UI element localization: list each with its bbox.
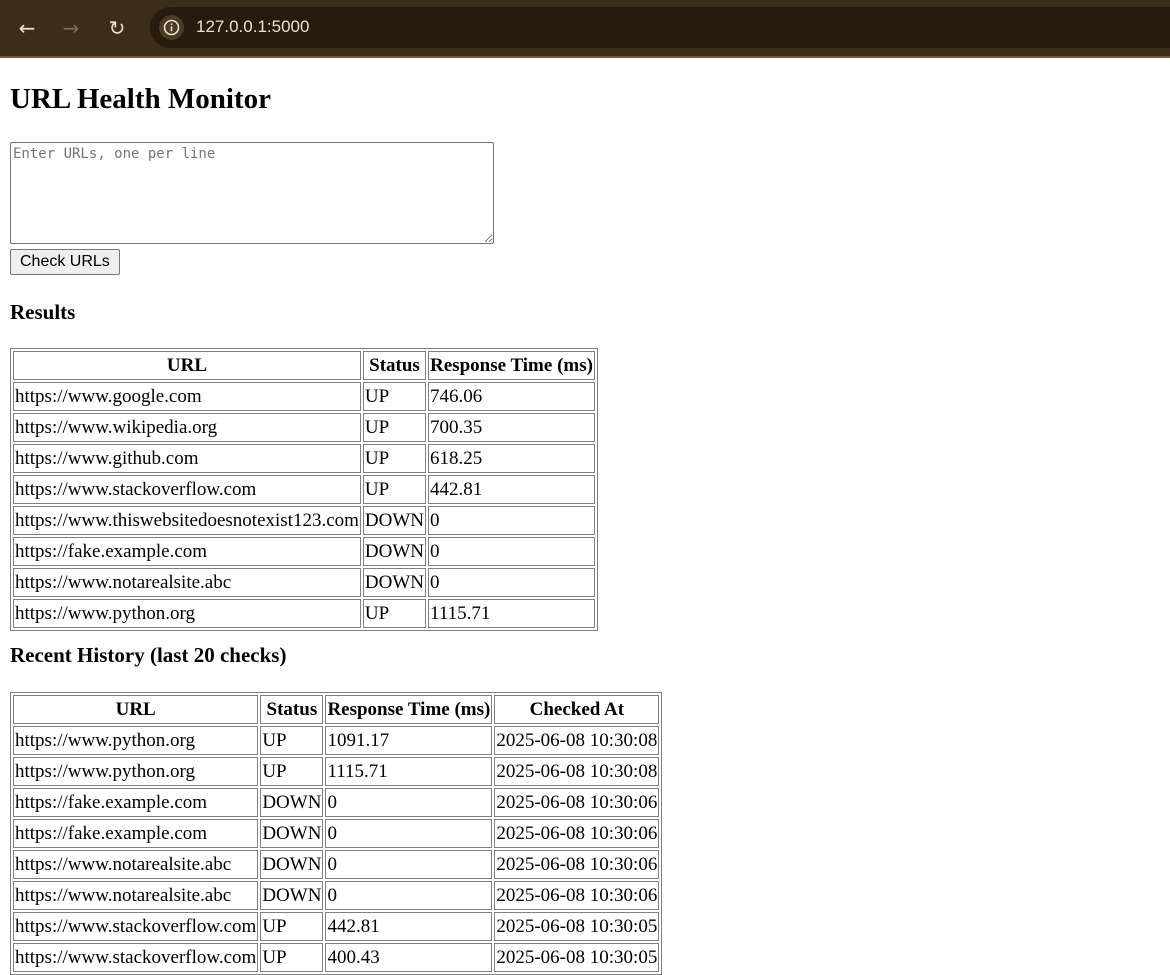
- table-row: https://www.wikipedia.org UP 700.35: [13, 413, 595, 442]
- response-time-cell: 0: [325, 788, 493, 817]
- results-table: URL Status Response Time (ms) https://ww…: [10, 348, 598, 631]
- browser-toolbar: ← → ↻ 127.0.0.1:5000: [0, 0, 1170, 58]
- table-row: https://www.notarealsite.abc DOWN 0 2025-06…: [13, 881, 660, 910]
- status-cell: DOWN: [260, 819, 324, 848]
- url-cell: https://fake.example.com: [13, 788, 259, 817]
- url-cell: https://www.python.org: [13, 726, 259, 755]
- status-cell: DOWN: [362, 568, 427, 597]
- history-header-row: URL Status Response Time (ms) Checked At: [13, 695, 660, 724]
- status-cell: UP: [362, 475, 427, 504]
- url-cell: https://www.stackoverflow.com: [13, 943, 259, 972]
- checked-at-cell: 2025-06-08 10:30:08: [494, 726, 660, 755]
- status-cell: DOWN: [362, 506, 427, 535]
- status-cell: DOWN: [362, 537, 427, 566]
- url-cell: https://www.stackoverflow.com: [13, 912, 259, 941]
- column-header-response-time: Response Time (ms): [325, 695, 493, 724]
- status-cell: UP: [362, 382, 427, 411]
- page-title: URL Health Monitor: [10, 83, 271, 115]
- response-time-cell: 700.35: [428, 413, 595, 442]
- table-row: https://fake.example.com DOWN 0: [13, 537, 595, 566]
- status-cell: UP: [260, 943, 324, 972]
- response-time-cell: 0: [325, 850, 493, 879]
- reload-icon[interactable]: ↻: [103, 14, 131, 42]
- checked-at-cell: 2025-06-08 10:30:06: [494, 819, 660, 848]
- response-time-cell: 0: [325, 881, 493, 910]
- column-header-response-time: Response Time (ms): [428, 351, 595, 380]
- url-cell: https://www.notarealsite.abc: [13, 568, 361, 597]
- response-time-cell: 0: [428, 506, 595, 535]
- column-header-status: Status: [260, 695, 324, 724]
- table-row: https://www.python.org UP 1091.17 2025-06-0…: [13, 726, 660, 755]
- checked-at-cell: 2025-06-08 10:30:06: [494, 881, 660, 910]
- response-time-cell: 1115.71: [325, 757, 493, 786]
- status-cell: UP: [260, 757, 324, 786]
- checked-at-cell: 2025-06-08 10:30:05: [494, 943, 660, 972]
- url-cell: https://www.notarealsite.abc: [13, 881, 259, 910]
- url-cell: https://www.python.org: [13, 599, 361, 628]
- url-cell: https://www.stackoverflow.com: [13, 475, 361, 504]
- url-cell: https://www.wikipedia.org: [13, 413, 361, 442]
- table-row: https://fake.example.com DOWN 0 2025-06-08 …: [13, 819, 660, 848]
- response-time-cell: 442.81: [325, 912, 493, 941]
- response-time-cell: 400.43: [325, 943, 493, 972]
- arrow-right-icon[interactable]: →: [57, 14, 85, 42]
- url-cell: https://www.thiswebsitedoesnotexist123.c…: [13, 506, 361, 535]
- column-header-checked-at: Checked At: [494, 695, 660, 724]
- response-time-cell: 746.06: [428, 382, 595, 411]
- response-time-cell: 0: [428, 537, 595, 566]
- status-cell: UP: [260, 726, 324, 755]
- history-heading: Recent History (last 20 checks): [10, 643, 287, 667]
- table-row: https://www.python.org UP 1115.71: [13, 599, 595, 628]
- table-row: https://www.stackoverflow.com UP 400.43 202…: [13, 943, 660, 972]
- column-header-url: URL: [13, 695, 259, 724]
- response-time-cell: 1115.71: [428, 599, 595, 628]
- checked-at-cell: 2025-06-08 10:30:06: [494, 788, 660, 817]
- status-cell: DOWN: [260, 881, 324, 910]
- column-header-status: Status: [362, 351, 427, 380]
- status-cell: UP: [362, 444, 427, 473]
- table-row: https://www.stackoverflow.com UP 442.81 202…: [13, 912, 660, 941]
- response-time-cell: 1091.17: [325, 726, 493, 755]
- results-header-row: URL Status Response Time (ms): [13, 351, 595, 380]
- status-cell: UP: [362, 413, 427, 442]
- address-bar[interactable]: 127.0.0.1:5000: [150, 7, 1170, 48]
- status-cell: DOWN: [260, 850, 324, 879]
- table-row: https://www.google.com UP 746.06: [13, 382, 595, 411]
- url-cell: https://fake.example.com: [13, 537, 361, 566]
- urls-input[interactable]: [10, 142, 494, 244]
- info-icon[interactable]: [159, 15, 184, 40]
- url-cell: https://fake.example.com: [13, 819, 259, 848]
- checked-at-cell: 2025-06-08 10:30:05: [494, 912, 660, 941]
- response-time-cell: 618.25: [428, 444, 595, 473]
- table-row: https://www.thiswebsitedoesnotexist123.c…: [13, 506, 595, 535]
- table-row: https://www.python.org UP 1115.71 2025-06-0…: [13, 757, 660, 786]
- checked-at-cell: 2025-06-08 10:30:08: [494, 757, 660, 786]
- table-row: https://www.notarealsite.abc DOWN 0: [13, 568, 595, 597]
- url-cell: https://www.python.org: [13, 757, 259, 786]
- table-row: https://www.stackoverflow.com UP 442.81: [13, 475, 595, 504]
- arrow-left-icon[interactable]: ←: [13, 14, 41, 42]
- check-urls-button[interactable]: Check URLs: [10, 249, 120, 275]
- address-url[interactable]: 127.0.0.1:5000: [196, 17, 309, 37]
- url-cell: https://www.notarealsite.abc: [13, 850, 259, 879]
- status-cell: UP: [362, 599, 427, 628]
- history-table: URL Status Response Time (ms) Checked At…: [10, 692, 663, 975]
- response-time-cell: 0: [325, 819, 493, 848]
- checked-at-cell: 2025-06-08 10:30:06: [494, 850, 660, 879]
- response-time-cell: 0: [428, 568, 595, 597]
- table-row: https://www.github.com UP 618.25: [13, 444, 595, 473]
- status-cell: DOWN: [260, 788, 324, 817]
- table-row: https://fake.example.com DOWN 0 2025-06-08 …: [13, 788, 660, 817]
- column-header-url: URL: [13, 351, 361, 380]
- results-heading: Results: [10, 300, 76, 324]
- response-time-cell: 442.81: [428, 475, 595, 504]
- url-cell: https://www.github.com: [13, 444, 361, 473]
- status-cell: UP: [260, 912, 324, 941]
- url-cell: https://www.google.com: [13, 382, 361, 411]
- table-row: https://www.notarealsite.abc DOWN 0 2025-06…: [13, 850, 660, 879]
